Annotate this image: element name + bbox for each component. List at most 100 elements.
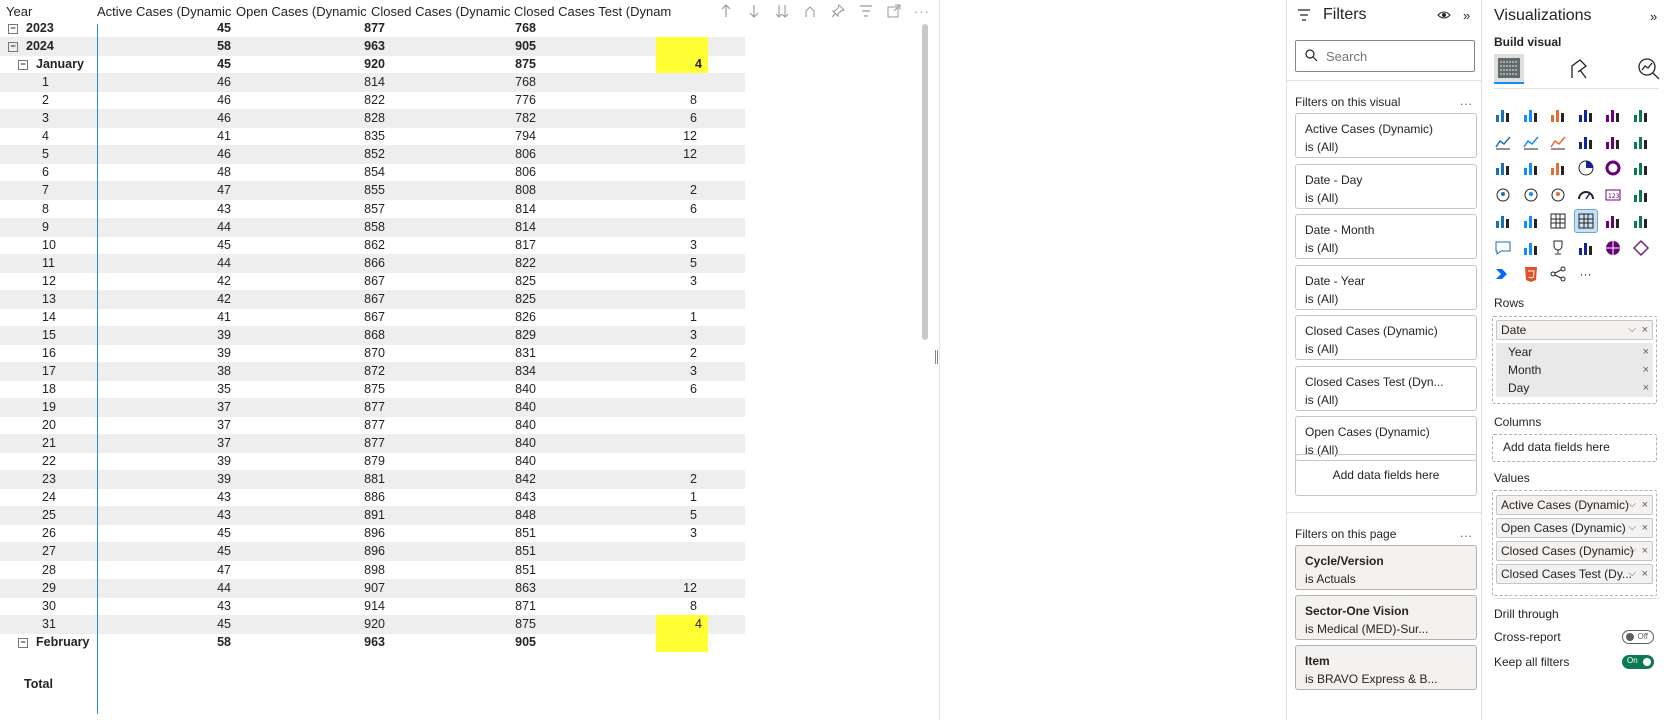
filled-map-icon[interactable] [1520,184,1542,206]
remove-field-icon[interactable]: × [1643,379,1649,397]
column-header-active-cases[interactable]: Active Cases (Dynamic) [97,4,231,19]
build-visual-tab[interactable] [1494,54,1524,84]
share-icon[interactable] [1547,263,1569,285]
scatter-icon[interactable] [1547,157,1569,179]
rows-subfield-month[interactable]: Month × [1496,361,1653,379]
analytics-tab[interactable] [1634,54,1664,84]
waterfall-icon[interactable] [1492,157,1514,179]
treemap-icon[interactable] [1630,157,1652,179]
pie-chart-icon[interactable] [1575,157,1597,179]
page-filter-card[interactable]: Cycle/Version is Actuals [1295,545,1477,590]
more-options-icon[interactable]: ··· [908,0,936,22]
visual-filter-card[interactable]: Date - Day is (All) [1295,163,1477,209]
rows-subfield-year[interactable]: Year × [1496,343,1653,361]
column-header-closed-cases[interactable]: Closed Cases (Dynamic) [371,4,511,19]
remove-field-icon[interactable]: × [1642,496,1648,514]
map-icon[interactable] [1492,184,1514,206]
clustered-column-icon[interactable] [1575,104,1597,126]
filters-search-input[interactable] [1326,47,1466,65]
stacked-area-icon[interactable] [1547,131,1569,153]
multi-row-card-icon[interactable] [1630,184,1652,206]
ribbon-chart-icon[interactable] [1630,131,1652,153]
matrix-icon[interactable] [1573,209,1598,233]
100-column-icon[interactable] [1630,104,1652,126]
values-field[interactable]: Open Cases (Dynamic) ⌵ × [1496,518,1653,538]
globe-icon[interactable] [1602,237,1624,259]
visual-filter-card[interactable]: Date - Month is (All) [1295,214,1477,259]
collapse-icon[interactable]: − [8,24,18,34]
collapse-icon[interactable]: − [18,637,28,648]
matrix-visual[interactable]: Year Active Cases (Dynamic) Open Cases (… [0,0,940,720]
scrollbar-thumb[interactable] [922,24,928,340]
visual-filter-card[interactable]: Active Cases (Dynamic) is (All) [1295,113,1477,158]
visual-filter-card[interactable]: Date - Year is (All) [1295,264,1477,310]
chevron-down-icon[interactable]: ⌵ [1628,321,1636,339]
chevron-down-icon[interactable]: ⌵ [1628,542,1636,560]
stacked-bar-icon[interactable] [1492,104,1514,126]
r-visual-icon[interactable] [1575,237,1597,259]
visual-filter-card[interactable]: Closed Cases (Dynamic) is (All) [1295,315,1477,360]
page-filter-card[interactable]: Sector-One Vision is Medical (MED)-Sur... [1295,595,1477,640]
rows-field-date[interactable]: Date ⌵ × [1496,320,1653,340]
add-data-fields-filter[interactable]: Add data fields here [1295,454,1477,496]
keep-all-filters-toggle[interactable]: On [1622,655,1654,669]
funnel-icon[interactable] [1520,157,1542,179]
values-field[interactable]: Active Cases (Dynamic) ⌵ × [1496,495,1653,515]
eye-icon[interactable] [1437,9,1451,21]
format-visual-tab[interactable] [1564,54,1594,84]
drill-up-icon[interactable] [796,0,824,22]
line-chart-icon[interactable] [1492,131,1514,153]
remove-field-icon[interactable]: × [1643,361,1649,379]
column-header-closed-cases-test[interactable]: Closed Cases Test (Dynamic) [514,4,672,19]
100-bar-icon[interactable] [1602,104,1624,126]
key-influencers-icon[interactable] [1630,210,1652,232]
decomposition-icon[interactable] [1602,210,1624,232]
line-column-icon[interactable] [1575,131,1597,153]
filters-search-box[interactable] [1295,40,1475,72]
azure-map-icon[interactable] [1547,184,1569,206]
chevron-down-icon[interactable]: ⌵ [1628,565,1636,583]
filter-icon[interactable] [852,0,880,22]
focus-mode-icon[interactable] [880,0,908,22]
slicer-icon[interactable] [1520,210,1542,232]
cross-report-toggle[interactable]: Off [1622,630,1654,644]
donut-chart-icon[interactable] [1602,157,1624,179]
collapse-pane-icon[interactable]: » [1650,9,1657,24]
rows-subfield-day[interactable]: Day × [1496,379,1653,397]
line-clustered-column-icon[interactable] [1602,131,1624,153]
remove-field-icon[interactable]: × [1642,519,1648,537]
values-field[interactable]: Closed Cases (Dynamic) ⌵ × [1496,541,1653,561]
clustered-bar-icon[interactable] [1547,104,1569,126]
collapse-icon[interactable]: − [18,60,28,71]
more-visuals-icon[interactable]: ··· [1575,263,1597,285]
column-header-year[interactable]: Year [6,4,94,19]
gauge-icon[interactable] [1575,184,1597,206]
column-header-open-cases[interactable]: Open Cases (Dynamic) [236,4,366,19]
table-icon[interactable] [1547,210,1569,232]
rows-well[interactable]: Date ⌵ × Year × Month × Day × [1492,316,1657,404]
values-field[interactable]: Closed Cases Test (Dy... ⌵ × [1496,564,1653,584]
visual-filter-card[interactable]: Closed Cases Test (Dyn... is (All) [1295,365,1477,411]
page-filter-card[interactable]: Item is BRAVO Express & B... [1295,645,1477,690]
remove-field-icon[interactable]: × [1642,542,1648,560]
stacked-column-icon[interactable] [1520,104,1542,126]
values-well[interactable]: Active Cases (Dynamic) ⌵ × Open Cases (Dyna… [1492,490,1657,596]
resize-handle[interactable] [935,350,938,364]
paginated-report-icon[interactable] [1520,237,1542,259]
columns-well[interactable]: Add data fields here [1492,434,1657,462]
filters-on-page-more[interactable]: ... [1460,526,1473,540]
trophy-icon[interactable] [1547,237,1569,259]
kpi-icon[interactable] [1492,210,1514,232]
filters-on-visual-more[interactable]: ... [1460,94,1473,108]
chevron-down-icon[interactable]: ⌵ [1628,519,1636,537]
area-chart-icon[interactable] [1520,131,1542,153]
qa-icon[interactable] [1492,237,1514,259]
chevron-down-icon[interactable]: ⌵ [1628,496,1636,514]
columns-add-fields[interactable]: Add data fields here [1493,435,1656,461]
remove-field-icon[interactable]: × [1642,565,1648,583]
power-automate-icon[interactable] [1492,263,1514,285]
card-icon[interactable]: 123 [1602,184,1624,206]
collapse-pane-icon[interactable]: » [1463,8,1470,23]
html5-icon[interactable] [1520,263,1542,285]
power-apps-icon[interactable] [1630,237,1652,259]
